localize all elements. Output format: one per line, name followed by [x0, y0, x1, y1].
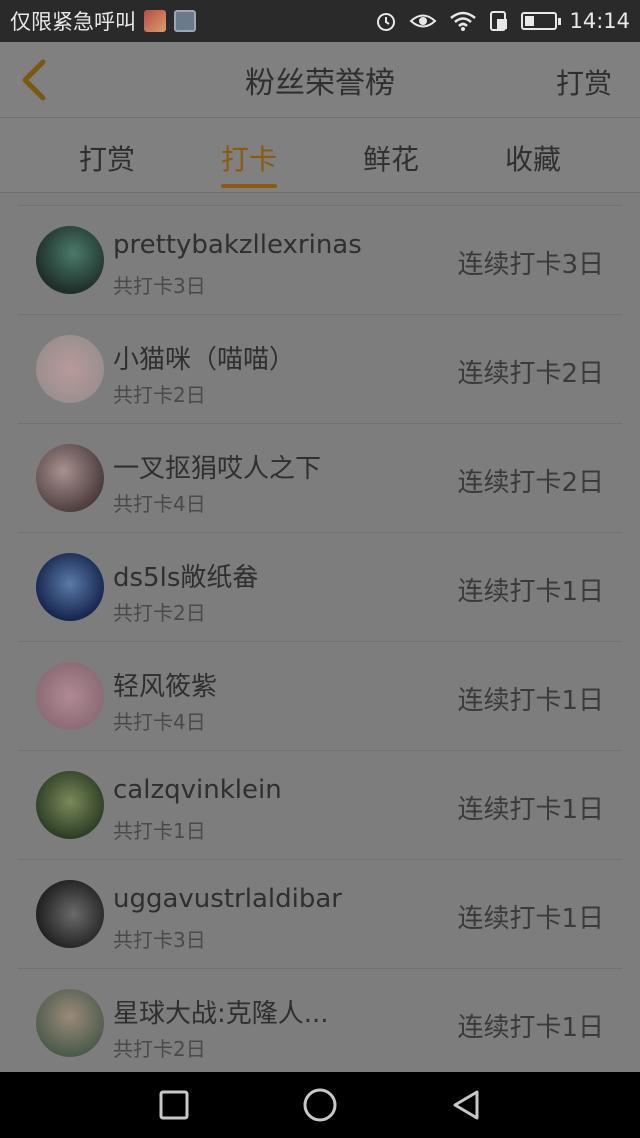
total-checkins: 共打卡4日 [113, 710, 206, 734]
sim-icon [490, 11, 508, 31]
status-bar: 仅限紧急呼叫 14:14 [0, 0, 640, 42]
list-item[interactable]: 星球大战:克隆人... 共打卡2日 连续打卡1日 [18, 968, 622, 1078]
user-name: 一叉抠狷哎人之下 [113, 454, 322, 484]
user-name: 星球大战:克隆人... [113, 999, 329, 1029]
streak-days: 连续打卡1日 [457, 577, 604, 607]
list-item[interactable]: prettybakzllexrinas 共打卡3日 连续打卡3日 [18, 205, 622, 315]
checkin-ranking-list: prettybakzllexrinas 共打卡3日 连续打卡3日 小猫咪（喵喵）… [18, 205, 622, 1078]
user-name: prettybakzllexrinas [113, 230, 362, 260]
avatar [36, 553, 104, 621]
reward-button[interactable]: 打赏 [556, 62, 612, 102]
chevron-left-icon [22, 59, 46, 101]
wifi-icon [450, 11, 477, 31]
list-item[interactable]: ds5ls敞纸畚 共打卡2日 连续打卡1日 [18, 532, 622, 642]
avatar [36, 771, 104, 839]
user-name: uggavustrlaldibar [113, 884, 342, 914]
avatar [36, 335, 104, 403]
home-icon[interactable] [301, 1086, 339, 1124]
total-checkins: 共打卡4日 [113, 492, 206, 516]
screenshot-icon [174, 10, 196, 32]
tab-flowers[interactable]: 鲜花 [320, 118, 462, 192]
total-checkins: 共打卡2日 [113, 1037, 206, 1061]
user-name: 轻风筱紫 [113, 672, 218, 702]
avatar [36, 662, 104, 730]
total-checkins: 共打卡2日 [113, 601, 206, 625]
back-triangle-icon[interactable] [449, 1088, 483, 1122]
list-item[interactable]: 一叉抠狷哎人之下 共打卡4日 连续打卡2日 [18, 423, 622, 533]
streak-days: 连续打卡2日 [457, 468, 604, 498]
user-name: ds5ls敞纸畚 [113, 563, 259, 593]
recent-apps-icon[interactable] [157, 1088, 191, 1122]
streak-days: 连续打卡1日 [457, 686, 604, 716]
tab-checkin[interactable]: 打卡 [178, 118, 320, 192]
back-button[interactable] [14, 56, 54, 104]
tab-bar: 打赏 打卡 鲜花 收藏 [0, 118, 640, 193]
carrier-text: 仅限紧急呼叫 [10, 10, 136, 34]
total-checkins: 共打卡1日 [113, 819, 206, 843]
streak-days: 连续打卡1日 [457, 1013, 604, 1043]
avatar [36, 880, 104, 948]
system-navigation-bar [0, 1072, 640, 1138]
streak-days: 连续打卡2日 [457, 359, 604, 389]
tab-reward[interactable]: 打赏 [36, 118, 178, 192]
avatar [36, 444, 104, 512]
list-item[interactable]: 轻风筱紫 共打卡4日 连续打卡1日 [18, 641, 622, 751]
streak-days: 连续打卡3日 [457, 250, 604, 280]
battery-icon [521, 12, 562, 30]
total-checkins: 共打卡3日 [113, 928, 206, 952]
total-checkins: 共打卡2日 [113, 383, 206, 407]
eye-comfort-icon [409, 14, 437, 28]
notification-image-icon [144, 10, 166, 32]
avatar [36, 989, 104, 1057]
list-item[interactable]: 小猫咪（喵喵） 共打卡2日 连续打卡2日 [18, 314, 622, 424]
streak-days: 连续打卡1日 [457, 795, 604, 825]
total-checkins: 共打卡3日 [113, 274, 206, 298]
page-title: 粉丝荣誉榜 [245, 65, 395, 101]
list-item[interactable]: uggavustrlaldibar 共打卡3日 连续打卡1日 [18, 859, 622, 969]
alarm-icon [377, 13, 396, 31]
list-item[interactable]: calzqvinklein 共打卡1日 连续打卡1日 [18, 750, 622, 860]
streak-days: 连续打卡1日 [457, 904, 604, 934]
clock-text: 14:14 [569, 9, 630, 33]
user-name: calzqvinklein [113, 775, 282, 805]
user-name: 小猫咪（喵喵） [113, 345, 296, 375]
avatar [36, 226, 104, 294]
tab-favorites[interactable]: 收藏 [462, 118, 604, 192]
header-bar: 粉丝荣誉榜 打赏 [0, 42, 640, 118]
active-tab-indicator [221, 184, 277, 188]
